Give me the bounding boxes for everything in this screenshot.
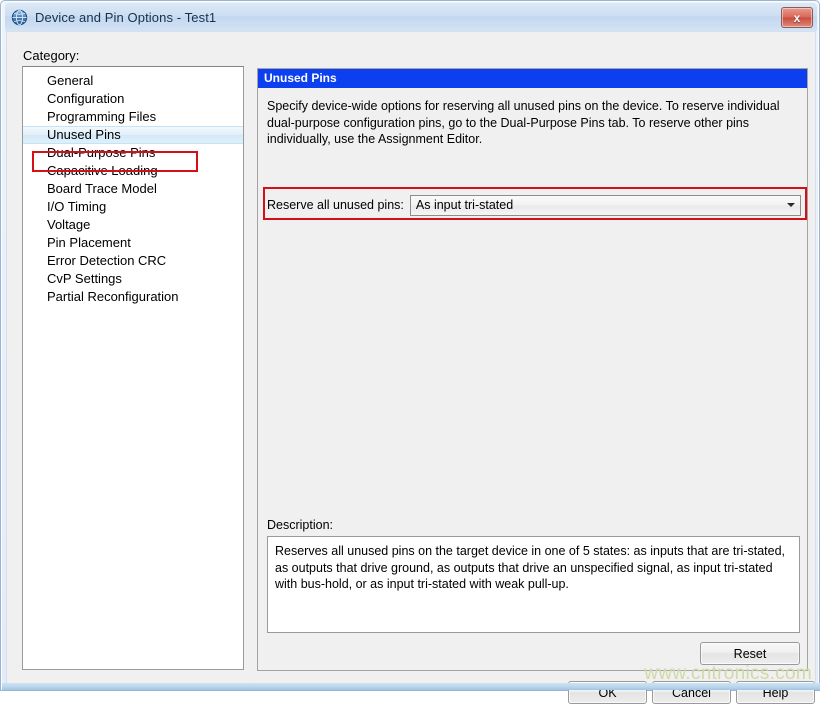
category-item-label: I/O Timing	[47, 199, 106, 214]
category-item-label: Error Detection CRC	[47, 253, 166, 268]
reserve-all-unused-pins-row: Reserve all unused pins: As input tri-st…	[267, 194, 801, 216]
category-item-board-trace-model[interactable]: Board Trace Model	[23, 180, 243, 198]
category-item-label: Voltage	[47, 217, 90, 232]
reset-button[interactable]: Reset	[700, 642, 800, 665]
panel-title: Unused Pins	[258, 69, 807, 88]
description-label: Description:	[267, 518, 333, 532]
category-item-cvp-settings[interactable]: CvP Settings	[23, 270, 243, 288]
reserve-all-unused-pins-value: As input tri-stated	[411, 198, 513, 212]
unused-pins-panel: Unused Pins Specify device-wide options …	[257, 68, 808, 671]
category-item-programming-files[interactable]: Programming Files	[23, 108, 243, 126]
category-item-error-detection-crc[interactable]: Error Detection CRC	[23, 252, 243, 270]
window-title: Device and Pin Options - Test1	[35, 10, 216, 25]
category-item-label: CvP Settings	[47, 271, 122, 286]
category-item-partial-reconfiguration[interactable]: Partial Reconfiguration	[23, 288, 243, 306]
category-item-label: Board Trace Model	[47, 181, 157, 196]
reserve-all-unused-pins-label: Reserve all unused pins:	[267, 198, 404, 212]
close-button[interactable]: x	[781, 7, 813, 28]
category-list[interactable]: General Configuration Programming Files Unu…	[22, 66, 244, 670]
category-item-pin-placement[interactable]: Pin Placement	[23, 234, 243, 252]
category-item-label: Pin Placement	[47, 235, 131, 250]
category-item-i-o-timing[interactable]: I/O Timing	[23, 198, 243, 216]
category-item-label: Configuration	[47, 91, 124, 106]
dialog-client-area: Category: General Configuration Programmin…	[6, 31, 816, 690]
category-item-label: Unused Pins	[47, 127, 121, 142]
globe-icon	[11, 9, 28, 26]
panel-description-text: Specify device-wide options for reservin…	[267, 98, 798, 148]
category-item-capacitive-loading[interactable]: Capacitive Loading	[23, 162, 243, 180]
category-item-label: Capacitive Loading	[47, 163, 158, 178]
close-icon: x	[794, 12, 801, 24]
category-item-label: Dual-Purpose Pins	[47, 145, 155, 160]
category-item-unused-pins[interactable]: Unused Pins	[23, 126, 243, 144]
category-item-voltage[interactable]: Voltage	[23, 216, 243, 234]
category-item-configuration[interactable]: Configuration	[23, 90, 243, 108]
title-bar[interactable]: Device and Pin Options - Test1 x	[5, 3, 817, 31]
chevron-down-icon[interactable]	[782, 197, 799, 214]
category-item-label: Partial Reconfiguration	[47, 289, 179, 304]
window-bottom-edge	[2, 683, 820, 690]
dialog-window: Device and Pin Options - Test1 x Categor…	[0, 0, 820, 691]
category-item-dual-purpose-pins[interactable]: Dual-Purpose Pins	[23, 144, 243, 162]
reset-button-label: Reset	[734, 647, 767, 661]
category-item-label: Programming Files	[47, 109, 156, 124]
category-item-general[interactable]: General	[23, 72, 243, 90]
category-item-label: General	[47, 73, 93, 88]
reserve-all-unused-pins-select[interactable]: As input tri-stated	[410, 195, 801, 216]
category-label: Category:	[23, 48, 79, 63]
description-box: Reserves all unused pins on the target d…	[267, 536, 800, 633]
